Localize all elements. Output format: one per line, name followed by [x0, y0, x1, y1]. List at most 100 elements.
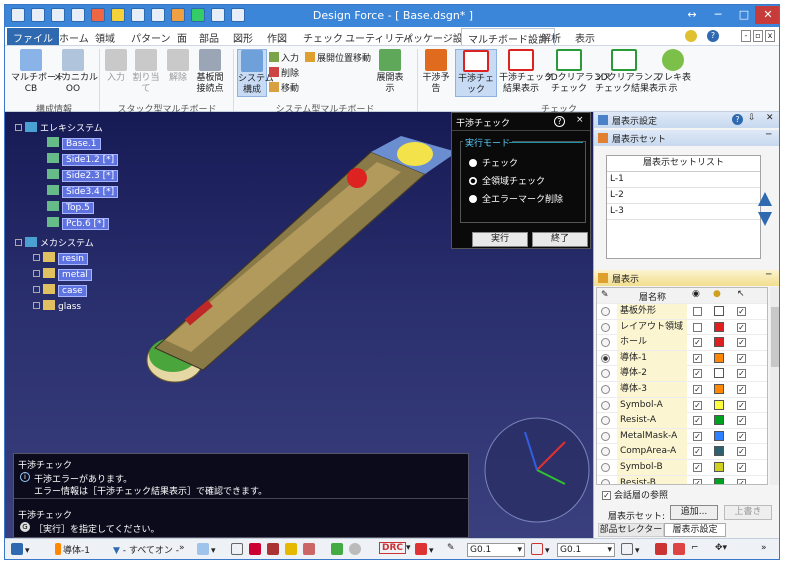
- layer-color-swatch[interactable]: [714, 477, 724, 484]
- selectable-checkbox[interactable]: ✓: [737, 338, 746, 348]
- overwrite-button[interactable]: 上書き: [724, 505, 772, 520]
- active-layer-radio[interactable]: [601, 322, 610, 332]
- flex-view-button[interactable]: フレキ表示: [653, 49, 693, 95]
- layer-color-swatch[interactable]: [714, 399, 724, 410]
- active-layer-radio[interactable]: [601, 447, 610, 457]
- tree-item[interactable]: case: [33, 284, 87, 297]
- clip-icon[interactable]: [655, 543, 669, 556]
- tree-mech-root[interactable]: メカシステム: [15, 236, 94, 249]
- selectable-checkbox[interactable]: ✓: [737, 369, 746, 379]
- interference-forecast-button[interactable]: 干渉予告: [421, 49, 451, 95]
- tree-item[interactable]: resin: [33, 252, 88, 265]
- tree-item[interactable]: Side3.4 [*]: [47, 185, 119, 198]
- visibility-checkbox[interactable]: ✓: [693, 353, 702, 363]
- stack-input-button[interactable]: 入力: [103, 49, 129, 84]
- active-layer-radio[interactable]: [601, 416, 610, 426]
- tree-electric-root[interactable]: エレキシステム: [15, 121, 103, 134]
- expand-icon[interactable]: [33, 302, 40, 309]
- tree-item[interactable]: Top.5: [47, 201, 94, 214]
- doc-minimize-button[interactable]: -: [741, 30, 751, 42]
- layer-color-swatch[interactable]: [714, 430, 724, 441]
- tab-analysis[interactable]: 解析: [535, 28, 567, 45]
- corner-icon[interactable]: ⌐: [691, 543, 699, 553]
- assign-button[interactable]: 割り当て: [129, 49, 163, 95]
- expand-view-button[interactable]: 展開表示: [373, 49, 407, 95]
- mechanical-oo-button[interactable]: メカニカル OO: [53, 49, 98, 95]
- layer-color-swatch[interactable]: [714, 368, 724, 379]
- layer-color-swatch[interactable]: [714, 462, 724, 472]
- layer-color-swatch[interactable]: [714, 352, 724, 363]
- visibility-checkbox[interactable]: ✓: [693, 431, 702, 441]
- tab-pattern[interactable]: パターン: [125, 28, 177, 45]
- layer-row[interactable]: Symbol-B ✓ ✓: [597, 460, 767, 476]
- layer-set-list[interactable]: 層表示セットリスト L-1 L-2 L-3: [606, 155, 761, 259]
- collapse-icon[interactable]: [15, 239, 22, 246]
- layer-set-item[interactable]: L-2: [607, 188, 760, 204]
- close-icon[interactable]: ✕: [766, 113, 774, 123]
- visibility-checkbox[interactable]: ✓: [693, 447, 702, 457]
- expand-icon[interactable]: [33, 270, 40, 277]
- close-icon[interactable]: ×: [576, 115, 584, 125]
- collapse-icon[interactable]: [15, 124, 22, 131]
- layer-section-header[interactable]: 層表示 ─: [594, 270, 779, 286]
- radio-check[interactable]: チェック: [469, 156, 518, 169]
- layer-color-swatch[interactable]: [714, 415, 724, 426]
- resize-icon[interactable]: ↔: [679, 6, 705, 24]
- active-layer-radio[interactable]: [601, 307, 610, 316]
- scroll-thumb[interactable]: [771, 307, 779, 367]
- more-icon[interactable]: »: [761, 543, 767, 553]
- collapse-icon[interactable]: ─: [766, 130, 771, 140]
- grid-combo-1[interactable]: G0.1 ▾: [467, 543, 525, 557]
- selectable-checkbox[interactable]: ✓: [737, 416, 746, 426]
- selectable-checkbox[interactable]: ✓: [737, 307, 746, 316]
- layer-row[interactable]: CompArea-A ✓ ✓: [597, 444, 767, 460]
- more-icon[interactable]: »: [179, 543, 185, 553]
- doc-restore-button[interactable]: ▫: [753, 30, 763, 42]
- layer-color-swatch[interactable]: [714, 337, 724, 348]
- visibility-checkbox[interactable]: ✓: [693, 400, 702, 410]
- visibility-checkbox[interactable]: ✓: [693, 416, 702, 426]
- selectable-checkbox[interactable]: ✓: [737, 431, 746, 441]
- grid-snap-button[interactable]: ▾: [531, 543, 550, 556]
- layer-row[interactable]: MetalMask-A ✓ ✓: [597, 428, 767, 445]
- tab-area[interactable]: 領域: [89, 28, 121, 45]
- layer-set-item[interactable]: L-1: [607, 172, 760, 188]
- clearance-3d-check-button[interactable]: 3Dクリアランス チェック: [545, 49, 611, 95]
- visibility-checkbox[interactable]: [693, 307, 702, 316]
- tab-layer-settings[interactable]: 層表示設定: [664, 523, 726, 537]
- minimize-button[interactable]: ─: [705, 6, 731, 24]
- selectable-checkbox[interactable]: ✓: [737, 447, 746, 457]
- tree-item[interactable]: Side1.2 [*]: [47, 153, 119, 166]
- interference-result-button[interactable]: 干渉チェック 結果表示: [499, 49, 553, 95]
- selectable-checkbox[interactable]: ✓: [737, 400, 746, 410]
- set-section-header[interactable]: 層表示セット ─: [594, 130, 779, 146]
- collapse-icon[interactable]: ─: [766, 270, 771, 280]
- active-layer-radio[interactable]: [601, 353, 610, 363]
- radio-all-area-check[interactable]: 全領域チェック: [469, 174, 545, 187]
- visibility-checkbox[interactable]: ✓: [693, 369, 702, 379]
- compass-button[interactable]: ✥▾: [715, 543, 727, 553]
- tree-item[interactable]: Base.1: [47, 137, 101, 150]
- pen-tool-icon[interactable]: ✎: [447, 543, 455, 553]
- active-layer-radio[interactable]: [601, 463, 610, 472]
- radio-delete-error-marks[interactable]: 全エラーマーク削除: [469, 192, 563, 205]
- help-icon[interactable]: ?: [707, 30, 719, 42]
- grid-combo-2[interactable]: G0.1 ▾: [557, 543, 615, 557]
- layer-stack-icon[interactable]: [673, 543, 687, 556]
- expand-icon[interactable]: [33, 254, 40, 261]
- layer-indicator[interactable]: 導体-1: [55, 543, 90, 556]
- snap-button[interactable]: ▾: [197, 543, 216, 556]
- visibility-checkbox[interactable]: ✓: [693, 463, 702, 472]
- help-icon[interactable]: ?: [732, 114, 743, 125]
- style-icon[interactable]: [685, 30, 697, 42]
- grid-view-icon[interactable]: [331, 543, 345, 556]
- pin-icon[interactable]: ⇩: [748, 113, 756, 123]
- layer-row[interactable]: Symbol-A ✓ ✓: [597, 397, 767, 414]
- clearance-3d-result-button[interactable]: 3Dクリアランス チェック結果表示: [595, 49, 667, 95]
- layer-set-item[interactable]: L-3: [607, 204, 760, 220]
- layer-row[interactable]: 導体-1 ✓ ✓: [597, 350, 767, 367]
- active-layer-radio[interactable]: [601, 400, 610, 410]
- mode-button[interactable]: ▾: [11, 543, 30, 556]
- selectable-checkbox[interactable]: ✓: [737, 353, 746, 363]
- visibility-checkbox[interactable]: ✓: [693, 338, 702, 348]
